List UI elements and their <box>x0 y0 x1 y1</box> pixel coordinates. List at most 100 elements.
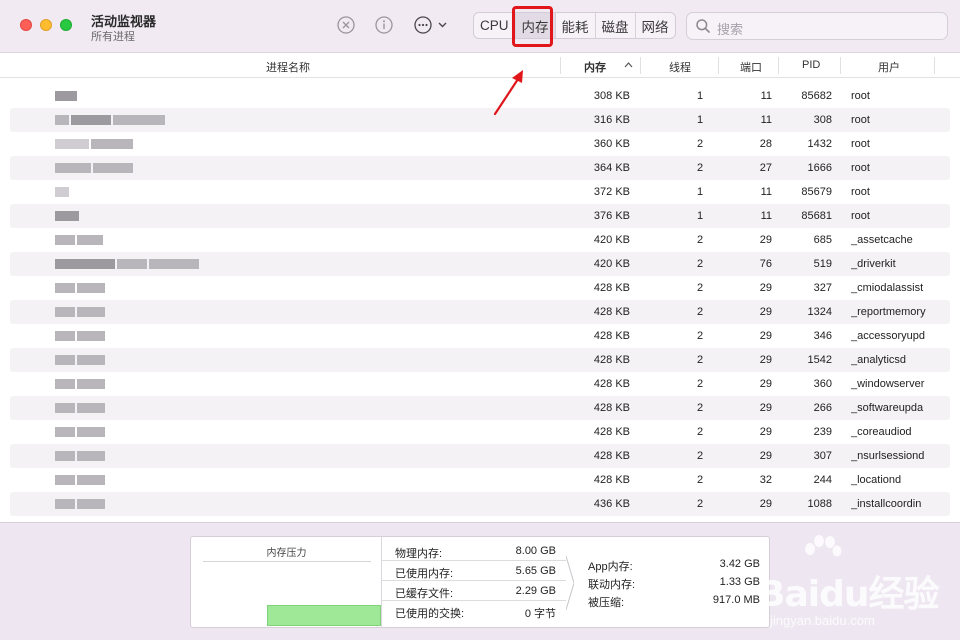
cell-pid: 239 <box>813 426 832 438</box>
cell-user: _installcoordin <box>851 498 922 510</box>
column-ports[interactable]: 端口 <box>740 59 762 75</box>
tab-cpu[interactable]: CPU <box>474 13 516 38</box>
search-placeholder: 搜索 <box>717 22 744 37</box>
table-row[interactable]: 428 KB 2 29 346 _accessoryupd <box>10 324 950 348</box>
bracket-connector-icon <box>566 555 574 611</box>
column-pid[interactable]: PID <box>802 59 820 71</box>
cell-ports: 29 <box>759 426 772 438</box>
cell-memory: 420 KB <box>593 234 630 246</box>
cell-threads: 2 <box>696 474 704 486</box>
stat-swap-used: 已使用的交换: 0 字节 <box>382 601 566 621</box>
process-name-redacted <box>55 354 107 366</box>
zoom-window-button[interactable] <box>60 19 72 31</box>
toolbar: 活动监视器 所有进程 CPU 内存 能耗 磁盘 网络 搜索 <box>0 0 960 53</box>
process-name-redacted <box>55 114 167 126</box>
cell-user: _softwareupda <box>851 402 924 414</box>
table-row[interactable]: 428 KB 2 29 239 _coreaudiod <box>10 420 950 444</box>
table-row[interactable]: 420 KB 2 76 519 _driverkit <box>10 252 950 276</box>
cell-ports: 76 <box>759 258 772 270</box>
cell-user: _nsurlsessiond <box>851 450 925 462</box>
memory-tab-highlight <box>512 6 553 47</box>
cell-pid: 85681 <box>801 210 832 222</box>
cell-ports: 11 <box>760 210 772 222</box>
cell-pid: 360 <box>813 378 832 390</box>
table-row[interactable]: 428 KB 2 32 244 _locationd <box>10 468 950 492</box>
chevron-down-icon <box>438 22 447 28</box>
tab-network[interactable]: 网络 <box>636 13 675 38</box>
table-row[interactable]: 428 KB 2 29 307 _nsurlsessiond <box>10 444 950 468</box>
cell-ports: 32 <box>759 474 772 486</box>
process-name-redacted <box>55 210 81 222</box>
cell-user: root <box>851 210 870 222</box>
cell-memory: 428 KB <box>593 354 630 366</box>
table-row[interactable]: 428 KB 2 29 327 _cmiodalassist <box>10 276 950 300</box>
cell-threads: 2 <box>696 330 704 342</box>
table-row[interactable]: 428 KB 2 29 1542 _analyticsd <box>10 348 950 372</box>
process-name-redacted <box>55 450 107 462</box>
cell-ports: 29 <box>759 234 772 246</box>
cell-memory: 428 KB <box>593 402 630 414</box>
minimize-window-button[interactable] <box>40 19 52 31</box>
close-circle-icon[interactable] <box>336 15 356 35</box>
process-name-redacted <box>55 378 107 390</box>
cell-threads: 2 <box>696 426 704 438</box>
column-user[interactable]: 用户 <box>878 59 900 75</box>
memory-stats: 物理内存: 8.00 GB 已使用内存: 5.65 GB 已缓存文件: 2.29… <box>382 537 566 627</box>
stat-app-memory: App内存: 3.42 GB <box>578 556 768 574</box>
tab-energy[interactable]: 能耗 <box>556 13 596 38</box>
cell-memory: 428 KB <box>593 330 630 342</box>
cell-pid: 1666 <box>807 162 832 174</box>
stat-value: 8.00 GB <box>515 545 556 557</box>
process-name-redacted <box>55 426 107 438</box>
cell-user: _driverkit <box>851 258 896 270</box>
stat-value: 5.65 GB <box>515 565 556 577</box>
cell-memory: 420 KB <box>593 258 630 270</box>
cell-pid: 85682 <box>801 90 832 102</box>
table-row[interactable]: 376 KB 1 11 85681 root <box>10 204 950 228</box>
cell-pid: 85679 <box>801 186 832 198</box>
more-icon[interactable] <box>413 15 449 35</box>
table-row[interactable]: 436 KB 2 29 1088 _installcoordin <box>10 492 950 516</box>
column-process-name[interactable]: 进程名称 <box>266 59 310 75</box>
cell-user: _accessoryupd <box>851 330 925 342</box>
table-row[interactable]: 316 KB 1 11 308 root <box>10 108 950 132</box>
app-subtitle[interactable]: 所有进程 <box>91 28 135 44</box>
cell-threads: 2 <box>696 402 704 414</box>
cell-threads: 1 <box>696 210 704 222</box>
cell-threads: 2 <box>696 162 704 174</box>
info-icon[interactable] <box>374 15 394 35</box>
column-memory[interactable]: 内存 <box>584 59 606 75</box>
cell-user: root <box>851 186 870 198</box>
table-row[interactable]: 428 KB 2 29 360 _windowserver <box>10 372 950 396</box>
stat-compressed: 被压缩: 917.0 MB <box>578 592 768 610</box>
cell-ports: 29 <box>759 402 772 414</box>
stat-label: 已使用内存: <box>395 568 454 580</box>
process-name-redacted <box>55 474 107 486</box>
cell-ports: 29 <box>759 450 772 462</box>
table-row[interactable]: 428 KB 2 29 1324 _reportmemory <box>10 300 950 324</box>
memory-card: 内存压力 物理内存: 8.00 GB 已使用内存: 5.65 GB 已缓存文件:… <box>190 536 770 628</box>
table-row[interactable]: 420 KB 2 29 685 _assetcache <box>10 228 950 252</box>
cell-user: root <box>851 90 870 102</box>
cell-ports: 29 <box>759 498 772 510</box>
cell-threads: 1 <box>696 114 704 126</box>
column-threads[interactable]: 线程 <box>669 59 691 75</box>
process-name-redacted <box>55 234 105 246</box>
baidu-watermark: Baidu经验 jingyan.baidu.com <box>752 533 952 633</box>
process-name-redacted <box>55 498 107 510</box>
cell-memory: 428 KB <box>593 474 630 486</box>
tab-disk[interactable]: 磁盘 <box>596 13 636 38</box>
table-row[interactable]: 364 KB 2 27 1666 root <box>10 156 950 180</box>
stat-used-memory: 已使用内存: 5.65 GB <box>382 561 566 581</box>
table-row[interactable]: 372 KB 1 11 85679 root <box>10 180 950 204</box>
cell-user: _cmiodalassist <box>851 282 924 294</box>
search-input[interactable]: 搜索 <box>686 12 948 40</box>
cell-user: _coreaudiod <box>851 426 912 438</box>
cell-memory: 316 KB <box>593 114 630 126</box>
table-row[interactable]: 360 KB 2 28 1432 root <box>10 132 950 156</box>
table-row[interactable]: 308 KB 1 11 85682 root <box>10 84 950 108</box>
process-name-redacted <box>55 186 71 198</box>
close-window-button[interactable] <box>20 19 32 31</box>
cell-pid: 1432 <box>807 138 832 150</box>
table-row[interactable]: 428 KB 2 29 266 _softwareupda <box>10 396 950 420</box>
